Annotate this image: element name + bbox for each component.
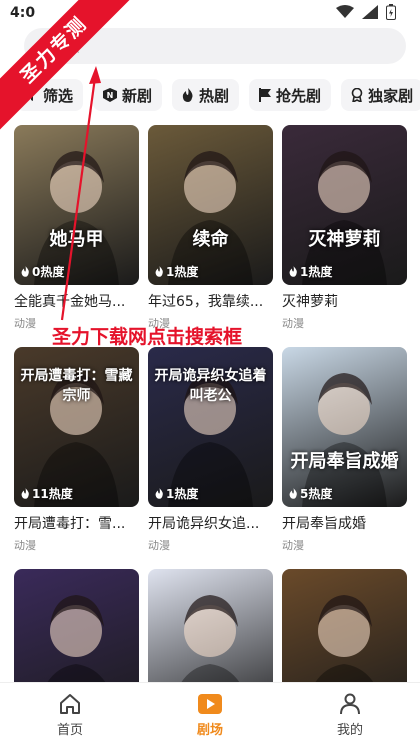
drama-tag: 动漫 — [148, 539, 170, 552]
nav-home[interactable]: 首页 — [30, 693, 110, 738]
heat-badge: 1热度 — [155, 485, 198, 502]
nav-mine[interactable]: 我的 — [310, 693, 390, 738]
heat-count: 1热度 — [166, 487, 199, 501]
flame-icon — [21, 488, 30, 499]
annotation-text: 圣力下载网点击搜索框 — [52, 326, 243, 348]
drama-title[interactable]: 开局诡异织女追... — [148, 513, 273, 533]
drama-title[interactable]: 开局遭毒打：雪... — [14, 513, 139, 533]
user-icon — [310, 693, 390, 715]
nav-label: 我的 — [336, 723, 363, 738]
drama-tag: 动漫 — [282, 539, 304, 552]
cover-title: 开局奉旨成婚 — [290, 451, 399, 472]
heat-count: 11热度 — [32, 487, 73, 501]
nav-label: 首页 — [56, 723, 83, 738]
nav-theater[interactable]: 剧场 — [170, 693, 250, 738]
nav-label: 剧场 — [196, 723, 223, 738]
flame-icon — [155, 488, 164, 499]
bottom-nav: 首页 剧场 我的 — [0, 682, 420, 747]
drama-tag: 动漫 — [14, 539, 36, 552]
flame-icon — [289, 488, 298, 499]
heat-badge: 5热度 — [289, 485, 332, 502]
heat-count: 5热度 — [300, 487, 333, 501]
heat-badge: 11热度 — [21, 485, 73, 502]
drama-title[interactable]: 开局奉旨成婚 — [282, 513, 407, 533]
home-icon — [30, 693, 110, 715]
play-icon — [170, 693, 250, 715]
